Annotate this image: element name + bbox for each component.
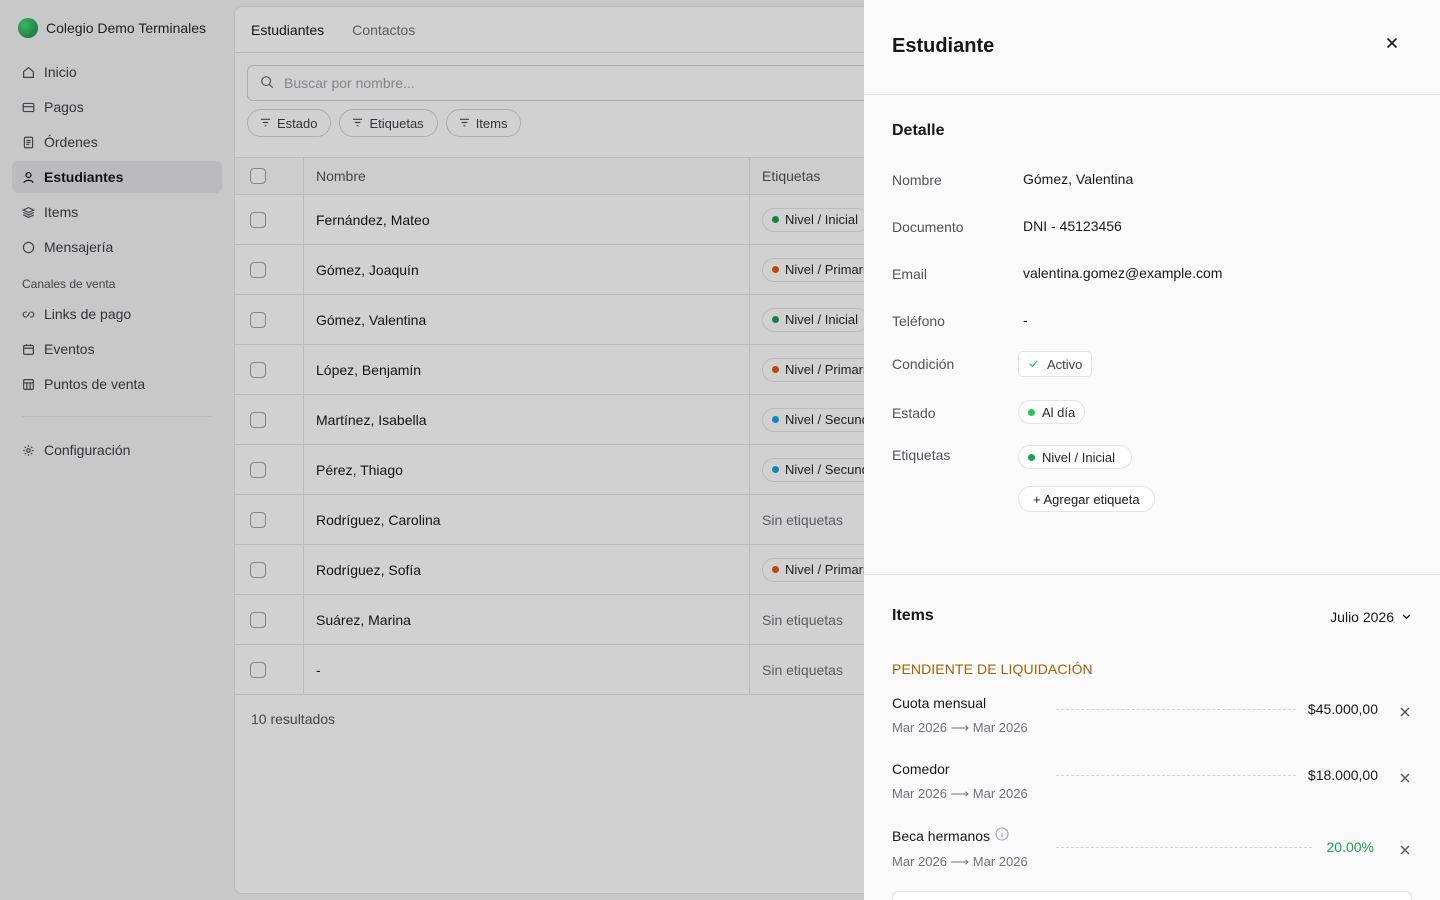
close-icon	[1386, 36, 1398, 52]
remove-item-button[interactable]	[1398, 771, 1412, 785]
tag-label: Nivel / Inicial	[1042, 449, 1115, 465]
modal-overlay[interactable]	[0, 0, 864, 900]
tag-pill[interactable]: Nivel / Inicial	[1018, 445, 1132, 469]
item-leader-line	[1056, 847, 1312, 848]
field-value: -	[1023, 312, 1028, 328]
item-row: Cuota mensual Mar 2026 ⟶ Mar 2026 $45.00…	[892, 695, 1412, 745]
condition-label: Activo	[1047, 356, 1083, 372]
item-name: Comedor	[892, 761, 950, 777]
remove-item-button[interactable]	[1398, 705, 1412, 719]
field-label: Nombre	[892, 172, 942, 188]
field-etiquetas: Etiquetas Nivel / Inicial + Agregar etiq…	[892, 445, 1155, 512]
item-name: Beca hermanos	[892, 827, 1009, 844]
period-label: Julio 2026	[1330, 609, 1394, 625]
status-dot	[1028, 408, 1035, 416]
item-leader-line	[1056, 709, 1296, 710]
field-condicion: Condición Activo	[892, 351, 1093, 377]
condition-badge[interactable]: Activo	[1018, 351, 1093, 377]
item-name-text: Cuota mensual	[892, 695, 987, 711]
item-row: Comedor Mar 2026 ⟶ Mar 2026 $18.000,00	[892, 761, 1412, 811]
item-row: Beca hermanos Mar 2026 ⟶ Mar 2026 20.00%	[892, 827, 1412, 877]
field-estado: Estado Al día	[892, 400, 1086, 424]
check-icon	[1028, 357, 1039, 372]
field-label: Estado	[892, 405, 936, 421]
tag-dot	[1028, 453, 1035, 461]
period-selector[interactable]: Julio 2026	[1330, 609, 1412, 625]
tags-list: Nivel / Inicial + Agregar etiqueta	[1018, 445, 1155, 512]
item-amount: $18.000,00	[1307, 767, 1378, 783]
close-icon	[1400, 845, 1410, 855]
drawer-header: Estudiante	[864, 0, 1440, 95]
remove-item-button[interactable]	[1398, 843, 1412, 857]
item-name-text: Beca hermanos	[892, 827, 991, 844]
item-amount: $45.000,00	[1307, 701, 1378, 717]
student-drawer: Estudiante Detalle Nombre Gómez, Valenti…	[864, 0, 1440, 900]
field-value[interactable]: valentina.gomez@example.com	[1023, 265, 1222, 281]
field-label: Email	[892, 266, 928, 282]
field-value: Gómez, Valentina	[1023, 171, 1134, 187]
item-name-text: Comedor	[892, 761, 950, 777]
info-icon[interactable]	[995, 827, 1009, 844]
detail-section: Detalle Nombre Gómez, Valentina Document…	[864, 95, 1440, 575]
item-leader-line	[1056, 775, 1296, 776]
status-label: Al día	[1042, 404, 1076, 420]
close-icon	[1400, 707, 1410, 717]
status-badge: Al día	[1018, 400, 1086, 424]
field-label: Condición	[892, 356, 955, 372]
chevron-down-icon	[1401, 609, 1412, 625]
item-range: Mar 2026 ⟶ Mar 2026	[892, 720, 1028, 735]
field-label: Documento	[892, 219, 964, 235]
close-icon	[1400, 773, 1410, 783]
add-tag-button[interactable]: + Agregar etiqueta	[1018, 486, 1155, 512]
detail-title: Detalle	[892, 122, 945, 139]
item-range: Mar 2026 ⟶ Mar 2026	[892, 786, 1028, 801]
field-nombre: Nombre Gómez, Valentina	[892, 170, 1133, 188]
close-button[interactable]	[1384, 36, 1400, 52]
field-documento: Documento DNI - 45123456	[892, 217, 1122, 235]
field-value: DNI - 45123456	[1023, 218, 1122, 234]
field-telefono: Teléfono -	[892, 311, 1028, 329]
items-section: Items Julio 2026 PENDIENTE DE LIQUIDACIÓ…	[864, 575, 1440, 900]
item-name: Cuota mensual	[892, 695, 986, 711]
item-range: Mar 2026 ⟶ Mar 2026	[892, 854, 1028, 869]
field-label: Teléfono	[892, 313, 945, 329]
field-label: Etiquetas	[892, 447, 951, 463]
item-amount: 20.00%	[1326, 839, 1374, 855]
items-summary-box	[892, 891, 1412, 900]
items-title: Items	[892, 607, 934, 624]
field-email: Email valentina.gomez@example.com	[892, 264, 1222, 282]
pending-label: PENDIENTE DE LIQUIDACIÓN	[892, 661, 1093, 677]
drawer-title: Estudiante	[892, 34, 995, 57]
